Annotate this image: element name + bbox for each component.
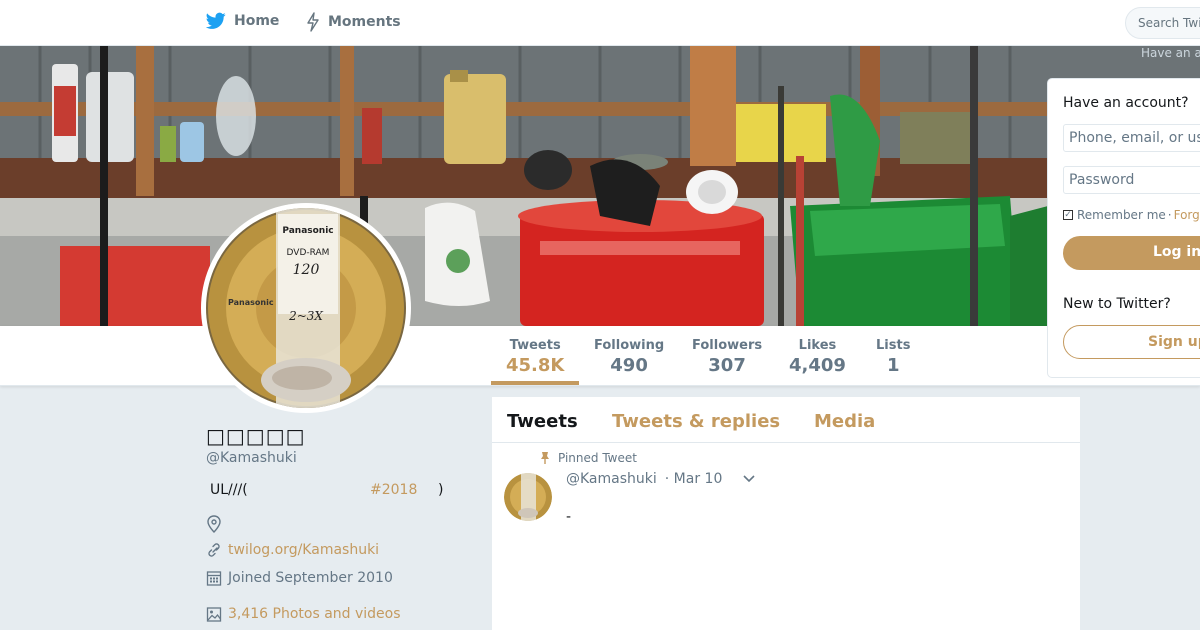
twitter-bird-icon <box>206 12 226 29</box>
pin-icon <box>541 452 549 464</box>
location-pin-icon <box>207 515 221 533</box>
stat-following[interactable]: Following 490 <box>594 338 664 376</box>
nav-home-label: Home <box>234 13 280 29</box>
tweet-avatar[interactable] <box>504 473 552 521</box>
tab-tweets-replies[interactable]: Tweets & replies <box>612 411 780 432</box>
lightning-icon <box>307 12 319 32</box>
profile-avatar[interactable]: Panasonic DVD-RAM 120 2~3X Panasonic <box>201 203 411 413</box>
login-title: Have an account? <box>1063 95 1189 111</box>
tweet-handle[interactable]: @Kamashuki <box>566 471 657 487</box>
stat-lists-value: 1 <box>886 355 900 376</box>
tab-tweets[interactable]: Tweets <box>507 411 578 432</box>
photo-icon <box>206 607 222 622</box>
joined-row: Joined September 2010 <box>206 569 393 587</box>
password-placeholder: Password <box>1069 172 1135 188</box>
url-row: twilog.org/Kamashuki <box>206 541 379 559</box>
search-input[interactable]: Search Twi <box>1125 7 1200 39</box>
new-to-twitter: New to Twitter? <box>1063 296 1171 312</box>
ghost-text: Have an a <box>1141 46 1200 60</box>
tweet-text: - <box>566 509 572 525</box>
link-icon <box>208 543 220 557</box>
stat-tweets[interactable]: Tweets 45.8K <box>506 338 564 376</box>
remember-separator: · <box>1167 208 1172 222</box>
stat-following-label: Following <box>594 338 665 353</box>
top-nav: Home Moments Search Twi <box>0 0 1200 46</box>
username-input[interactable]: Phone, email, or us <box>1063 124 1200 152</box>
chevron-down-icon[interactable] <box>742 474 756 484</box>
username-placeholder: Phone, email, or us <box>1069 130 1200 146</box>
joined-date: Joined September 2010 <box>228 570 393 586</box>
pinned-label: Pinned Tweet <box>558 451 637 465</box>
stat-followers[interactable]: Followers 307 <box>692 338 762 376</box>
tweet-date[interactable]: · Mar 10 <box>665 471 723 487</box>
disc-brand-label: Panasonic <box>282 226 333 236</box>
disc-capacity-label: 120 <box>293 262 320 278</box>
profile-url-link[interactable]: twilog.org/Kamashuki <box>228 542 379 558</box>
tab-media[interactable]: Media <box>814 411 875 432</box>
timeline: Tweets Tweets & replies Media Pinned Twe… <box>492 397 1080 630</box>
disc-speed-label: 2~3X <box>288 309 323 323</box>
calendar-icon <box>206 571 222 586</box>
signup-button-label: Sign up <box>1148 334 1200 350</box>
nav-home[interactable]: Home <box>206 12 279 30</box>
login-button[interactable]: Log in <box>1063 236 1200 270</box>
photos-videos-link[interactable]: 3,416 Photos and videos <box>228 606 401 622</box>
remember-checkbox[interactable]: ✓ <box>1063 210 1073 220</box>
stat-tweets-label: Tweets <box>509 338 561 353</box>
stat-likes-value: 4,409 <box>789 355 846 376</box>
remember-row: ✓ Remember me · Forg <box>1063 208 1200 222</box>
dvd-disc-image: Panasonic DVD-RAM 120 2~3X Panasonic <box>206 208 406 408</box>
disc-brand-side: Panasonic <box>228 298 274 307</box>
bio-close-paren: ) <box>438 482 444 498</box>
stat-likes[interactable]: Likes 4,409 <box>789 338 846 376</box>
login-button-label: Log in <box>1153 244 1200 260</box>
location-row <box>206 515 222 533</box>
search-placeholder: Search Twi <box>1138 16 1200 30</box>
stat-followers-value: 307 <box>708 355 746 376</box>
login-box: Have an account? Phone, email, or us Pas… <box>1047 78 1200 378</box>
profile-nav: Tweets 45.8K Following 490 Followers 307… <box>0 326 1200 386</box>
profile-bio: UL///( #2018 ) <box>210 482 470 498</box>
nav-moments[interactable]: Moments <box>306 12 401 32</box>
stat-likes-label: Likes <box>798 338 837 353</box>
signup-button[interactable]: Sign up <box>1063 325 1200 359</box>
stat-tweets-value: 45.8K <box>506 355 565 376</box>
active-stat-underline <box>491 381 579 385</box>
stat-lists-label: Lists <box>876 338 911 353</box>
stat-following-value: 490 <box>610 355 648 376</box>
profile-name: □□□□□ <box>206 424 306 448</box>
stat-followers-label: Followers <box>692 338 763 353</box>
forgot-password-link[interactable]: Forg <box>1174 208 1200 222</box>
profile-banner <box>0 46 1200 326</box>
photos-row: 3,416 Photos and videos <box>206 605 401 623</box>
pinned-tweet-context: Pinned Tweet <box>540 451 637 465</box>
profile-handle[interactable]: @Kamashuki <box>206 450 297 466</box>
password-input[interactable]: Password <box>1063 166 1200 194</box>
stat-lists[interactable]: Lists 1 <box>876 338 910 376</box>
tweet-header: @Kamashuki · Mar 10 <box>566 471 756 487</box>
disc-type-label: DVD-RAM <box>287 248 330 258</box>
nav-moments-label: Moments <box>328 14 401 30</box>
bio-hashtag[interactable]: #2018 <box>370 482 417 498</box>
remember-label: Remember me <box>1077 208 1166 222</box>
timeline-tabs: Tweets Tweets & replies Media <box>492 397 1080 443</box>
bio-text: UL///( <box>210 482 248 498</box>
